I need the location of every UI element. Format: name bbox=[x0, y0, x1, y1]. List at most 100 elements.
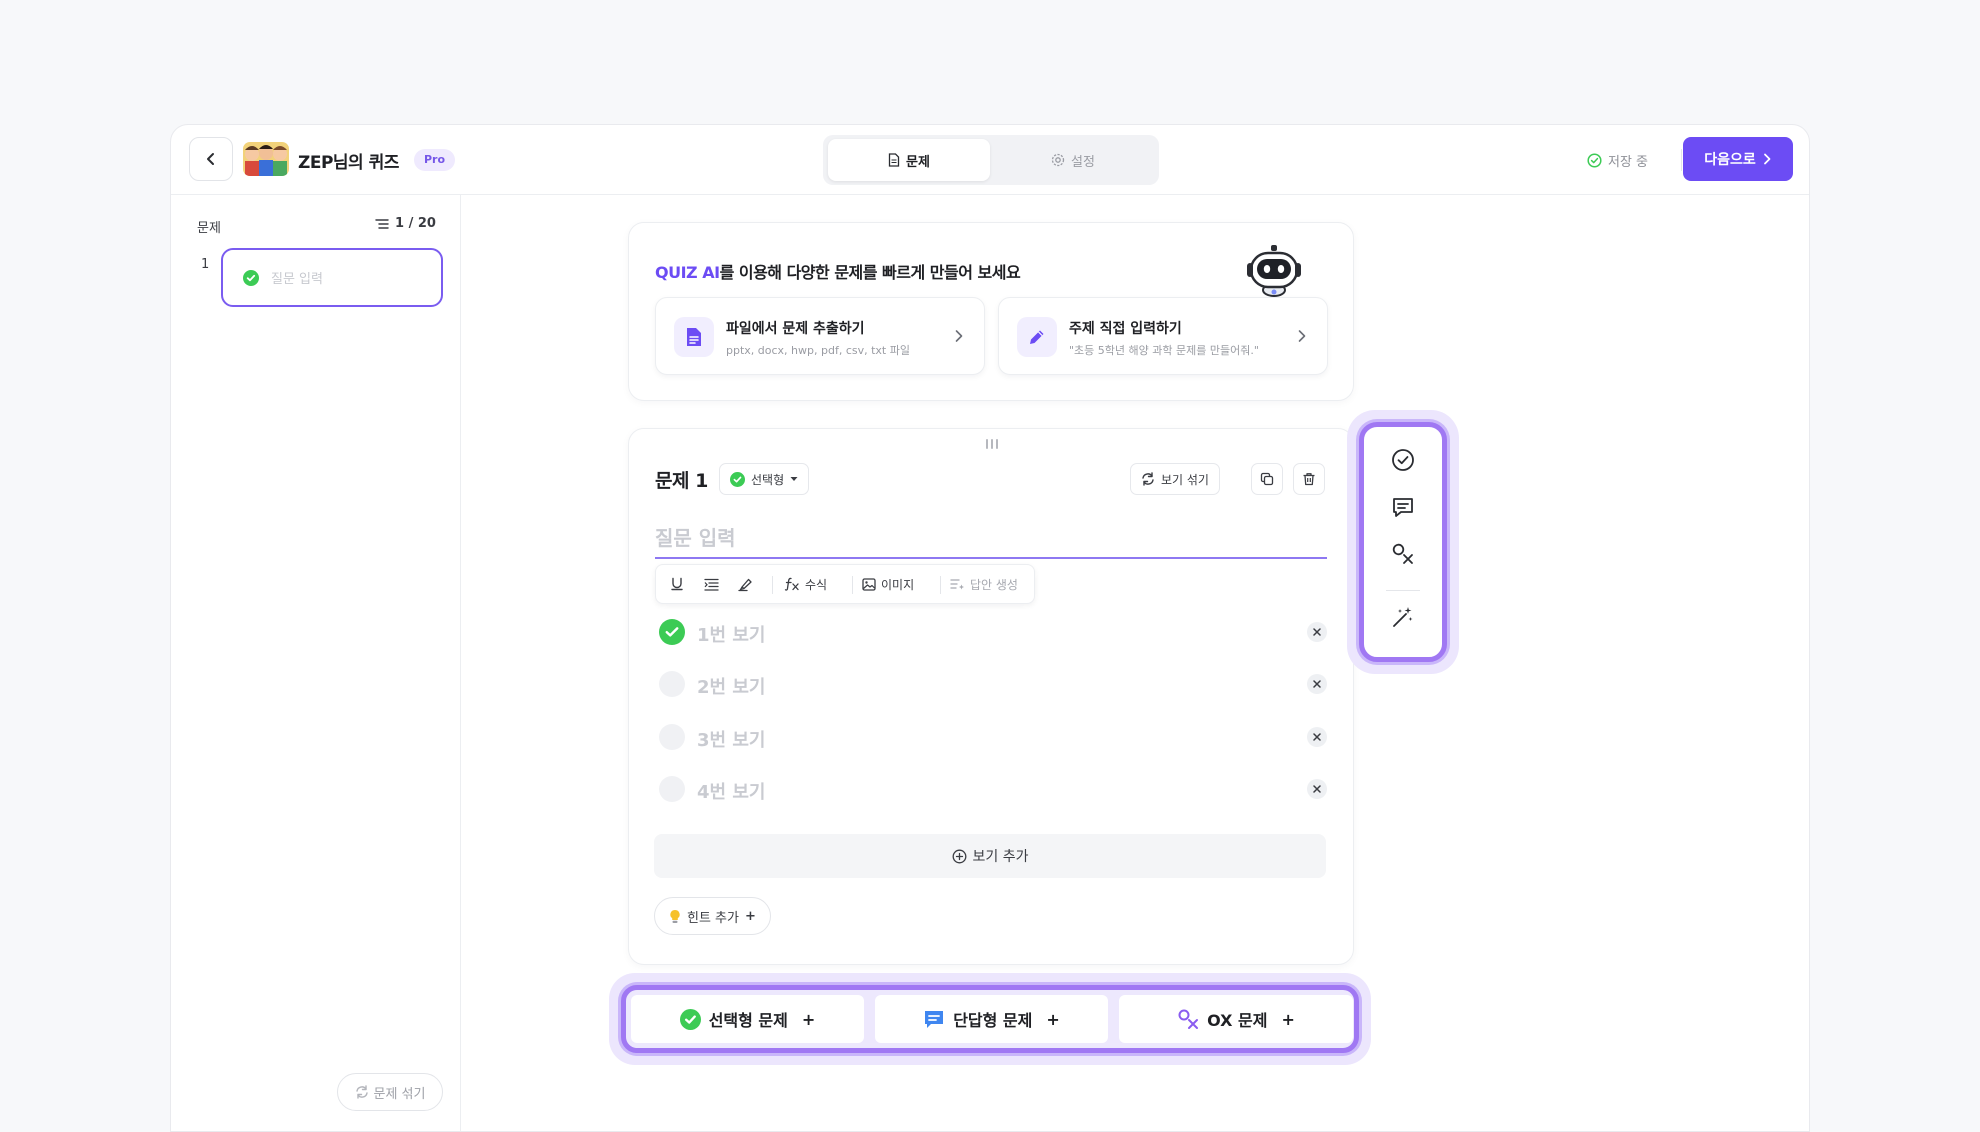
delete-button[interactable] bbox=[1293, 463, 1325, 495]
answer-marker[interactable] bbox=[659, 724, 685, 750]
remove-choice-button[interactable] bbox=[1307, 727, 1327, 747]
correct-answer-marker[interactable] bbox=[659, 619, 685, 645]
close-icon bbox=[1313, 785, 1321, 793]
add-choice-label: 보기 추가 bbox=[972, 849, 1029, 865]
document-icon bbox=[888, 153, 900, 167]
answer-generate-label: 답안 생성 bbox=[970, 577, 1018, 592]
sidebar-item-question-1[interactable]: 질문 입력 bbox=[221, 248, 443, 307]
answer-marker[interactable] bbox=[659, 671, 685, 697]
gear-icon bbox=[1051, 153, 1065, 167]
add-short-answer-button[interactable]: 단답형 문제 + bbox=[875, 995, 1108, 1043]
indent-button[interactable] bbox=[704, 565, 719, 603]
magic-wand-icon bbox=[1393, 607, 1413, 627]
check-circle-icon bbox=[679, 1008, 701, 1030]
add-choice-button[interactable]: 보기 추가 bbox=[654, 834, 1326, 878]
image-icon bbox=[862, 577, 876, 591]
choice-label[interactable]: 4번 보기 bbox=[697, 778, 765, 804]
add-hint-button[interactable]: 힌트 추가 + bbox=[654, 897, 771, 935]
add-ox-label: OX 문제 bbox=[1207, 1011, 1268, 1030]
remove-choice-button[interactable] bbox=[1307, 622, 1327, 642]
choice-row-1[interactable]: 1번 보기 bbox=[655, 612, 1327, 652]
quiz-editor-window: ZEP님의 퀴즈 Pro 문제 설정 저장 중 다음으로 문제 1 / 20 1 bbox=[170, 124, 1810, 1132]
tab-problem[interactable]: 문제 bbox=[828, 139, 990, 181]
list-sparkle-icon bbox=[950, 578, 964, 589]
remove-choice-button[interactable] bbox=[1307, 779, 1327, 799]
answer-marker[interactable] bbox=[659, 776, 685, 802]
choice-label[interactable]: 1번 보기 bbox=[697, 621, 765, 647]
extract-from-file-option[interactable]: 파일에서 문제 추출하기 pptx, docx, hwp, pdf, csv, … bbox=[655, 297, 985, 375]
image-button[interactable]: 이미지 bbox=[862, 565, 914, 603]
quiz-ai-brand: QUIZ AI bbox=[655, 263, 720, 282]
next-button[interactable]: 다음으로 bbox=[1683, 137, 1793, 181]
add-question-bar: 선택형 문제 + 단답형 문제 + OX 문제 + bbox=[621, 985, 1359, 1053]
question-type-dropdown[interactable]: 선택형 bbox=[719, 463, 810, 495]
sidebar-item-number: 1 bbox=[201, 257, 210, 272]
option-subtitle: "초등 5학년 해양 과학 문제를 만들어줘." bbox=[1069, 344, 1259, 357]
choice-row-2[interactable]: 2번 보기 bbox=[655, 664, 1327, 704]
question-count-label: 1 / 20 bbox=[395, 216, 436, 231]
toolbar-divider bbox=[940, 576, 941, 594]
option-subtitle: pptx, docx, hwp, pdf, csv, txt 파일 bbox=[726, 344, 910, 357]
message-icon bbox=[925, 1010, 944, 1028]
add-short-answer-quick-button[interactable] bbox=[1390, 494, 1416, 520]
save-status: 저장 중 bbox=[1587, 151, 1648, 170]
choice-label[interactable]: 3번 보기 bbox=[697, 726, 765, 752]
highlight-button[interactable] bbox=[738, 565, 753, 603]
option-title: 주제 직접 입력하기 bbox=[1069, 321, 1182, 337]
choice-row-3[interactable]: 3번 보기 bbox=[655, 717, 1327, 757]
answer-generate-button[interactable]: 답안 생성 bbox=[950, 565, 1018, 603]
shuffle-choices-button[interactable]: 보기 섞기 bbox=[1130, 463, 1220, 495]
quick-toolbar-divider bbox=[1386, 590, 1420, 591]
drag-handle-icon[interactable] bbox=[984, 439, 1000, 449]
message-icon bbox=[1393, 498, 1413, 517]
quick-add-toolbar bbox=[1359, 422, 1447, 662]
choice-row-4[interactable]: 4번 보기 bbox=[655, 769, 1327, 809]
shuffle-questions-button[interactable]: 문제 섞기 bbox=[337, 1073, 443, 1111]
choice-label[interactable]: 2번 보기 bbox=[697, 673, 765, 699]
shuffle-choices-label: 보기 섞기 bbox=[1161, 472, 1209, 487]
robot-mascot-icon bbox=[1246, 243, 1302, 297]
trash-icon bbox=[1303, 473, 1315, 486]
tab-settings[interactable]: 설정 bbox=[992, 139, 1154, 181]
quiz-ai-title-rest: 를 이용해 다양한 문제를 빠르게 만들어 보세요 bbox=[719, 263, 1021, 282]
enter-topic-option[interactable]: 주제 직접 입력하기 "초등 5학년 해양 과학 문제를 만들어줘." bbox=[998, 297, 1328, 375]
check-icon bbox=[665, 627, 679, 637]
chevron-left-icon bbox=[207, 153, 214, 165]
caret-down-icon bbox=[790, 477, 798, 481]
underline-button[interactable] bbox=[670, 565, 684, 603]
close-icon bbox=[1313, 733, 1321, 741]
back-button[interactable] bbox=[189, 137, 233, 181]
tab-problem-label: 문제 bbox=[906, 154, 930, 170]
pro-badge: Pro bbox=[414, 149, 456, 171]
formula-label: 수식 bbox=[805, 577, 828, 592]
formula-button[interactable]: 수식 bbox=[784, 565, 827, 603]
question-type-label: 선택형 bbox=[751, 472, 785, 487]
plus-icon: + bbox=[1046, 1009, 1060, 1029]
add-multiple-choice-button[interactable]: 선택형 문제 + bbox=[631, 995, 864, 1043]
plus-icon: + bbox=[744, 908, 756, 924]
check-circle-icon bbox=[1587, 153, 1602, 168]
add-ox-quick-button[interactable] bbox=[1390, 541, 1416, 567]
plus-icon: + bbox=[1281, 1009, 1295, 1029]
add-multiple-choice-quick-button[interactable] bbox=[1390, 447, 1416, 473]
shuffle-icon bbox=[355, 1085, 368, 1099]
add-ox-button[interactable]: OX 문제 + bbox=[1119, 995, 1353, 1043]
tab-settings-label: 설정 bbox=[1071, 154, 1095, 170]
ai-magic-button[interactable] bbox=[1390, 604, 1416, 630]
remove-choice-button[interactable] bbox=[1307, 674, 1327, 694]
question-count[interactable]: 1 / 20 bbox=[375, 216, 436, 231]
close-icon bbox=[1313, 680, 1321, 688]
ox-icon bbox=[1178, 1009, 1199, 1029]
question-input[interactable] bbox=[655, 519, 1327, 559]
duplicate-button[interactable] bbox=[1251, 463, 1283, 495]
quiz-title[interactable]: ZEP님의 퀴즈 bbox=[298, 148, 399, 173]
chevron-right-icon bbox=[955, 330, 963, 342]
chevron-right-icon bbox=[1298, 330, 1306, 342]
pencil-icon bbox=[1017, 317, 1057, 357]
question-title: 문제 1 bbox=[655, 470, 708, 492]
quiz-ai-card: QUIZ AI를 이용해 다양한 문제를 빠르게 만들어 보세요 파일에서 문제… bbox=[628, 222, 1354, 401]
add-hint-label: 힌트 추가 bbox=[687, 910, 739, 926]
sidebar-title: 문제 bbox=[197, 221, 221, 236]
add-multiple-choice-label: 선택형 문제 bbox=[708, 1011, 788, 1030]
toolbar-divider bbox=[772, 576, 773, 594]
